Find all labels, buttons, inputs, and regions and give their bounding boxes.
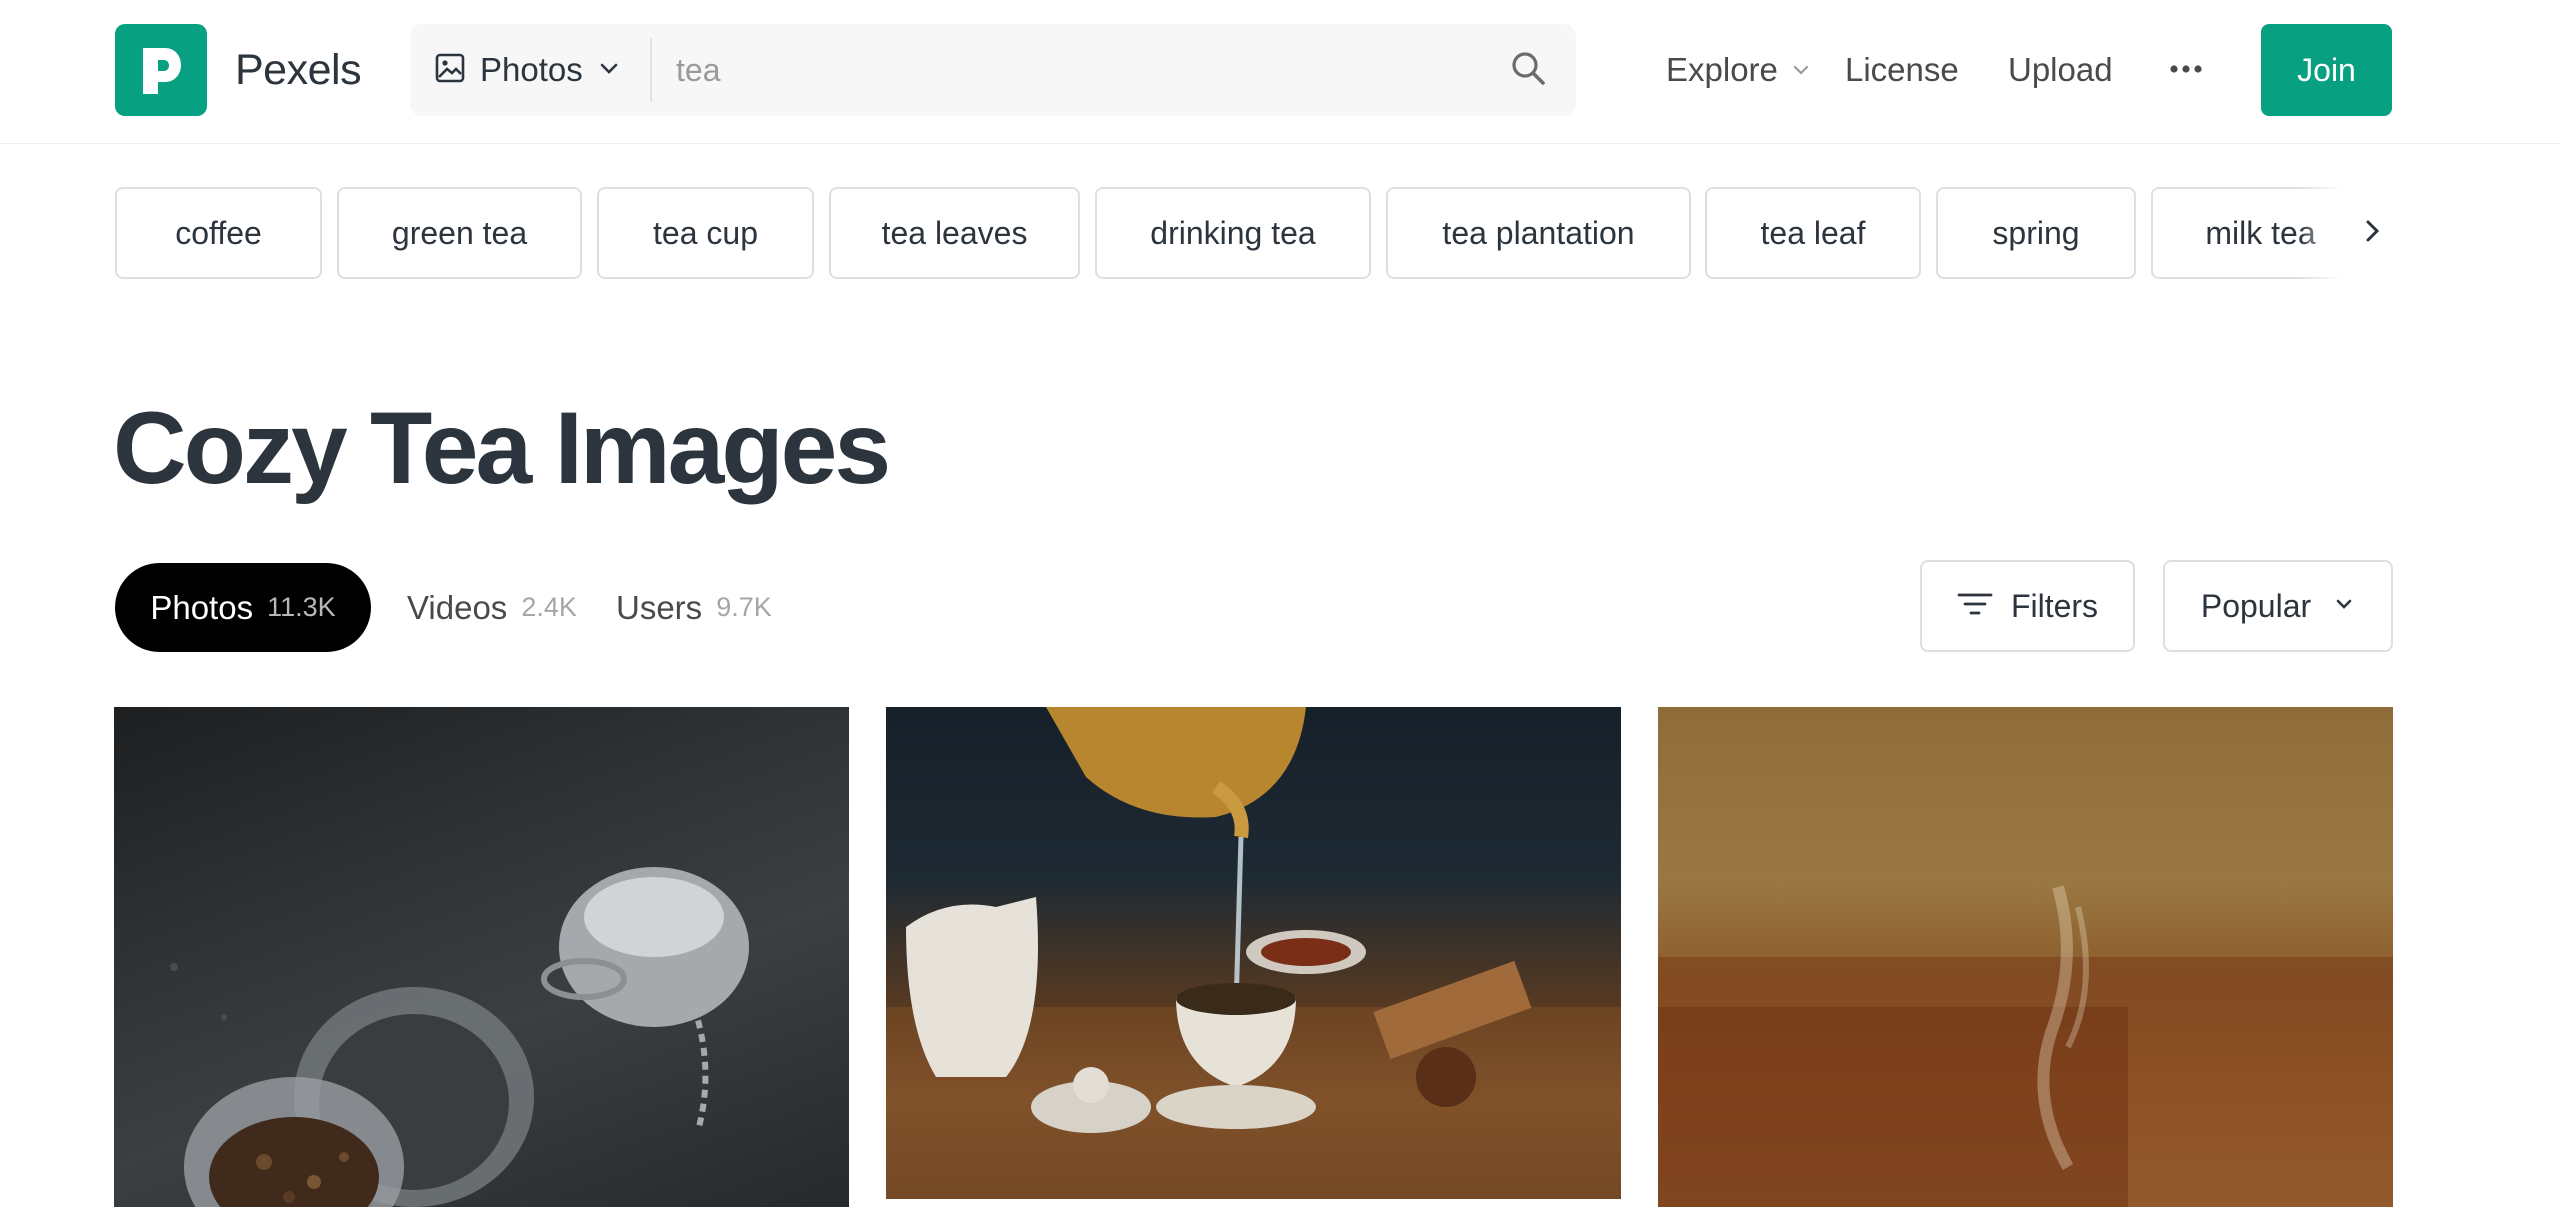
search-input[interactable]: [676, 38, 1456, 102]
tea-infuser-photo: [170, 867, 749, 1207]
sort-selected-value: Popular: [2200, 587, 2312, 624]
tab-photos-count: 11.3K: [267, 592, 336, 622]
related-searches: coffee green tea tea cup tea leaves drin…: [115, 187, 2370, 280]
chevron-down-icon: [1790, 44, 1812, 96]
tab-videos[interactable]: Videos 2.4K: [407, 563, 577, 652]
join-button[interactable]: Join: [2261, 24, 2392, 116]
tab-users[interactable]: Users 9.7K: [616, 563, 772, 652]
tab-videos-count: 2.4K: [521, 592, 577, 622]
tab-users-count: 9.7K: [716, 592, 772, 622]
photo-card[interactable]: [886, 707, 1621, 1199]
photo-card[interactable]: [1658, 707, 2393, 1207]
chevron-down-icon: [597, 56, 621, 85]
filters-button[interactable]: Filters: [1920, 560, 2135, 652]
chips-scroll-next-button[interactable]: [2352, 212, 2392, 254]
page-title: Cozy Tea Images: [113, 391, 891, 505]
tea-pouring-photo: [886, 707, 1621, 1199]
image-icon: [434, 52, 466, 89]
filters-label: Filters: [2010, 587, 2099, 624]
tab-videos-label: Videos: [407, 588, 508, 626]
nav-explore[interactable]: Explore: [1666, 44, 1812, 96]
related-search-chip[interactable]: tea plantation: [1386, 187, 1691, 279]
tab-photos-label: Photos: [150, 588, 254, 626]
nav-upload[interactable]: Upload: [2008, 44, 2113, 96]
related-search-chip[interactable]: tea leaves: [829, 187, 1080, 279]
chevron-down-icon: [2333, 593, 2355, 620]
sort-dropdown[interactable]: Popular: [2163, 560, 2393, 652]
related-search-chip[interactable]: coffee: [115, 187, 322, 279]
related-search-chip[interactable]: green tea: [337, 187, 582, 279]
related-search-chip[interactable]: spring: [1936, 187, 2136, 279]
related-search-chip[interactable]: tea cup: [597, 187, 814, 279]
search-button[interactable]: [1500, 42, 1556, 98]
related-search-chip[interactable]: tea leaf: [1705, 187, 1921, 279]
top-navbar: Pexels Photos tea Explore License Upload…: [0, 0, 2560, 144]
tea-steam-photo: [1658, 885, 2393, 1207]
media-type-label: Photos: [480, 51, 583, 88]
chevron-right-icon: [2360, 217, 2384, 250]
more-horizontal-icon: [2169, 61, 2203, 79]
search-bar: Photos: [410, 24, 1576, 116]
related-search-chip[interactable]: drinking tea: [1095, 187, 1371, 279]
filter-lines-icon: [1957, 590, 1993, 623]
photo-card[interactable]: [114, 707, 849, 1207]
nav-license[interactable]: License: [1845, 44, 1959, 96]
media-type-dropdown[interactable]: Photos: [410, 24, 650, 116]
pexels-search-page: Pexels Photos tea Explore License Upload…: [0, 0, 2560, 1207]
tab-users-label: Users: [616, 588, 703, 626]
more-menu-button[interactable]: [2163, 52, 2209, 88]
search-divider: [650, 38, 652, 102]
nav-explore-label: Explore: [1666, 51, 1778, 88]
search-icon: [1509, 49, 1547, 92]
tab-photos[interactable]: Photos 11.3K: [115, 563, 371, 652]
brand-name[interactable]: Pexels: [235, 44, 362, 96]
pexels-logo-icon[interactable]: [115, 24, 207, 116]
